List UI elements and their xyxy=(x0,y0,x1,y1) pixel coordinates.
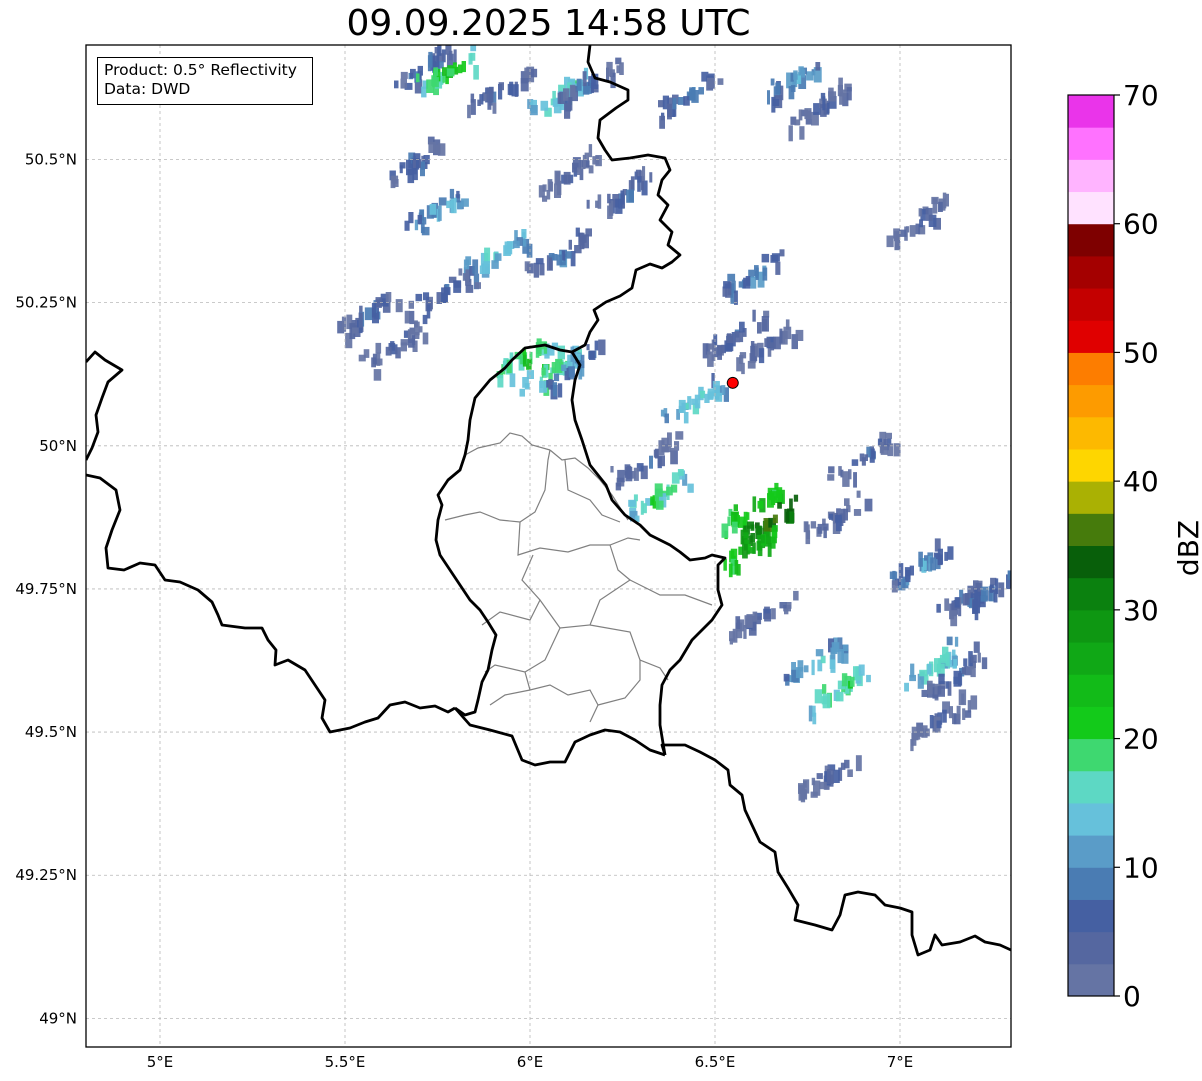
product-info-box: Product: 0.5° Reflectivity Data: DWD xyxy=(97,57,313,105)
radar-echo-cell xyxy=(722,249,785,305)
longitude-tick-label: 6.5°E xyxy=(695,1053,736,1071)
radar-echo-cell xyxy=(337,292,403,349)
colorbar-cell xyxy=(1068,384,1114,418)
radar-echo-cell xyxy=(729,590,799,645)
colorbar-tick-label: 30 xyxy=(1123,594,1159,627)
colorbar-cell xyxy=(1068,738,1114,772)
radar-map-figure: 5°E 5.5°E 6°E 6.5°E 7°E 49°N 49.25°N 49.5°N 49.… xyxy=(15,44,1202,1071)
colorbar-cell xyxy=(1068,770,1114,804)
longitude-tick-labels: 5°E 5.5°E 6°E 6.5°E 7°E xyxy=(147,1053,914,1071)
radar-echo-cell xyxy=(538,144,602,202)
colorbar-cell xyxy=(1068,674,1114,707)
radar-echo-cell xyxy=(827,431,901,488)
colorbar-cell xyxy=(1068,609,1114,643)
radar-echo-cell xyxy=(798,755,862,803)
radar-echo-cell xyxy=(788,77,852,142)
radar-echo-cell xyxy=(658,71,724,129)
latitude-tick-label: 50°N xyxy=(39,437,77,455)
colorbar-cell xyxy=(1068,802,1114,836)
colorbar-cell xyxy=(1068,513,1114,546)
latitude-tick-label: 49.25°N xyxy=(15,866,77,884)
latitude-tick-label: 50.5°N xyxy=(25,151,77,169)
colorbar-cell xyxy=(1068,159,1114,193)
colorbar-cell xyxy=(1068,352,1114,386)
colorbar-cell xyxy=(1068,867,1114,900)
colorbar-tick-label: 40 xyxy=(1123,465,1159,498)
colorbar-tick-label: 20 xyxy=(1123,723,1159,756)
colorbar-color-cells xyxy=(1068,95,1114,997)
colorbar-cell xyxy=(1068,577,1114,611)
colorbar-cell xyxy=(1068,931,1114,965)
latitude-tick-label: 49.75°N xyxy=(15,580,77,598)
colorbar-cell xyxy=(1068,255,1114,289)
colorbar-tick-label: 10 xyxy=(1123,851,1159,884)
colorbar-cell xyxy=(1068,223,1114,257)
longitude-tick-label: 5°E xyxy=(147,1053,174,1071)
colorbar-cell xyxy=(1068,706,1114,740)
radar-site-marker xyxy=(726,376,739,389)
colorbar-cell xyxy=(1068,835,1114,868)
colorbar-cell xyxy=(1068,320,1114,353)
longitude-tick-label: 7°E xyxy=(887,1053,914,1071)
radar-echo-cell xyxy=(660,373,729,424)
radar-echo-cell xyxy=(964,570,1011,621)
colorbar-cell xyxy=(1068,642,1114,675)
latitude-tick-label: 49°N xyxy=(39,1009,77,1027)
colorbar-cell xyxy=(1068,481,1114,514)
radar-echo-cell xyxy=(736,319,804,375)
radar-echo-layer xyxy=(337,45,1011,803)
latitude-tick-labels: 49°N 49.25°N 49.5°N 49.75°N 50°N 50.25°N 50.5°… xyxy=(15,151,77,1028)
radar-echo-cell xyxy=(783,637,849,686)
radar-echo-cell xyxy=(404,268,481,325)
radar-echo-cell xyxy=(910,689,978,752)
radar-echo-cell xyxy=(889,538,954,593)
colorbar-cell xyxy=(1068,545,1114,579)
radar-echo-cell xyxy=(358,320,429,381)
colorbar-cell xyxy=(1068,899,1114,933)
data-source-label: Data: DWD xyxy=(104,80,191,98)
radar-echo-cell xyxy=(723,525,778,578)
colorbar-unit-label: dBZ xyxy=(1172,520,1202,576)
radar-echo-cell xyxy=(886,192,949,251)
colorbar-ticks: 0 10 20 30 40 50 60 70 xyxy=(1114,79,1159,1013)
colorbar: 0 10 20 30 40 50 60 70 dBZ xyxy=(1067,79,1202,1013)
radar-echo-cell xyxy=(808,664,871,725)
colorbar-cell xyxy=(1068,191,1114,225)
colorbar-cell xyxy=(1068,95,1114,128)
latitude-tick-label: 50.25°N xyxy=(15,294,77,312)
colorbar-tick-label: 0 xyxy=(1123,980,1141,1013)
radar-echo-cell xyxy=(524,227,592,278)
latitude-tick-label: 49.5°N xyxy=(25,723,77,741)
radar-echo-cell xyxy=(389,136,446,189)
longitude-tick-label: 6°E xyxy=(517,1053,544,1071)
product-label: Product: 0.5° Reflectivity xyxy=(104,61,297,79)
colorbar-cell xyxy=(1068,963,1114,997)
colorbar-tick-label: 60 xyxy=(1123,208,1159,241)
colorbar-cell xyxy=(1068,288,1114,321)
radar-echo-cell xyxy=(586,166,653,219)
colorbar-cell xyxy=(1068,127,1114,160)
colorbar-cell xyxy=(1068,416,1114,450)
colorbar-cell xyxy=(1068,448,1114,482)
radar-echo-cell xyxy=(463,229,533,290)
longitude-tick-label: 5.5°E xyxy=(325,1053,366,1071)
colorbar-tick-label: 50 xyxy=(1123,336,1159,369)
radar-echo-cell xyxy=(404,188,469,236)
radar-echo-cell xyxy=(803,490,873,545)
colorbar-tick-label: 70 xyxy=(1123,79,1159,112)
